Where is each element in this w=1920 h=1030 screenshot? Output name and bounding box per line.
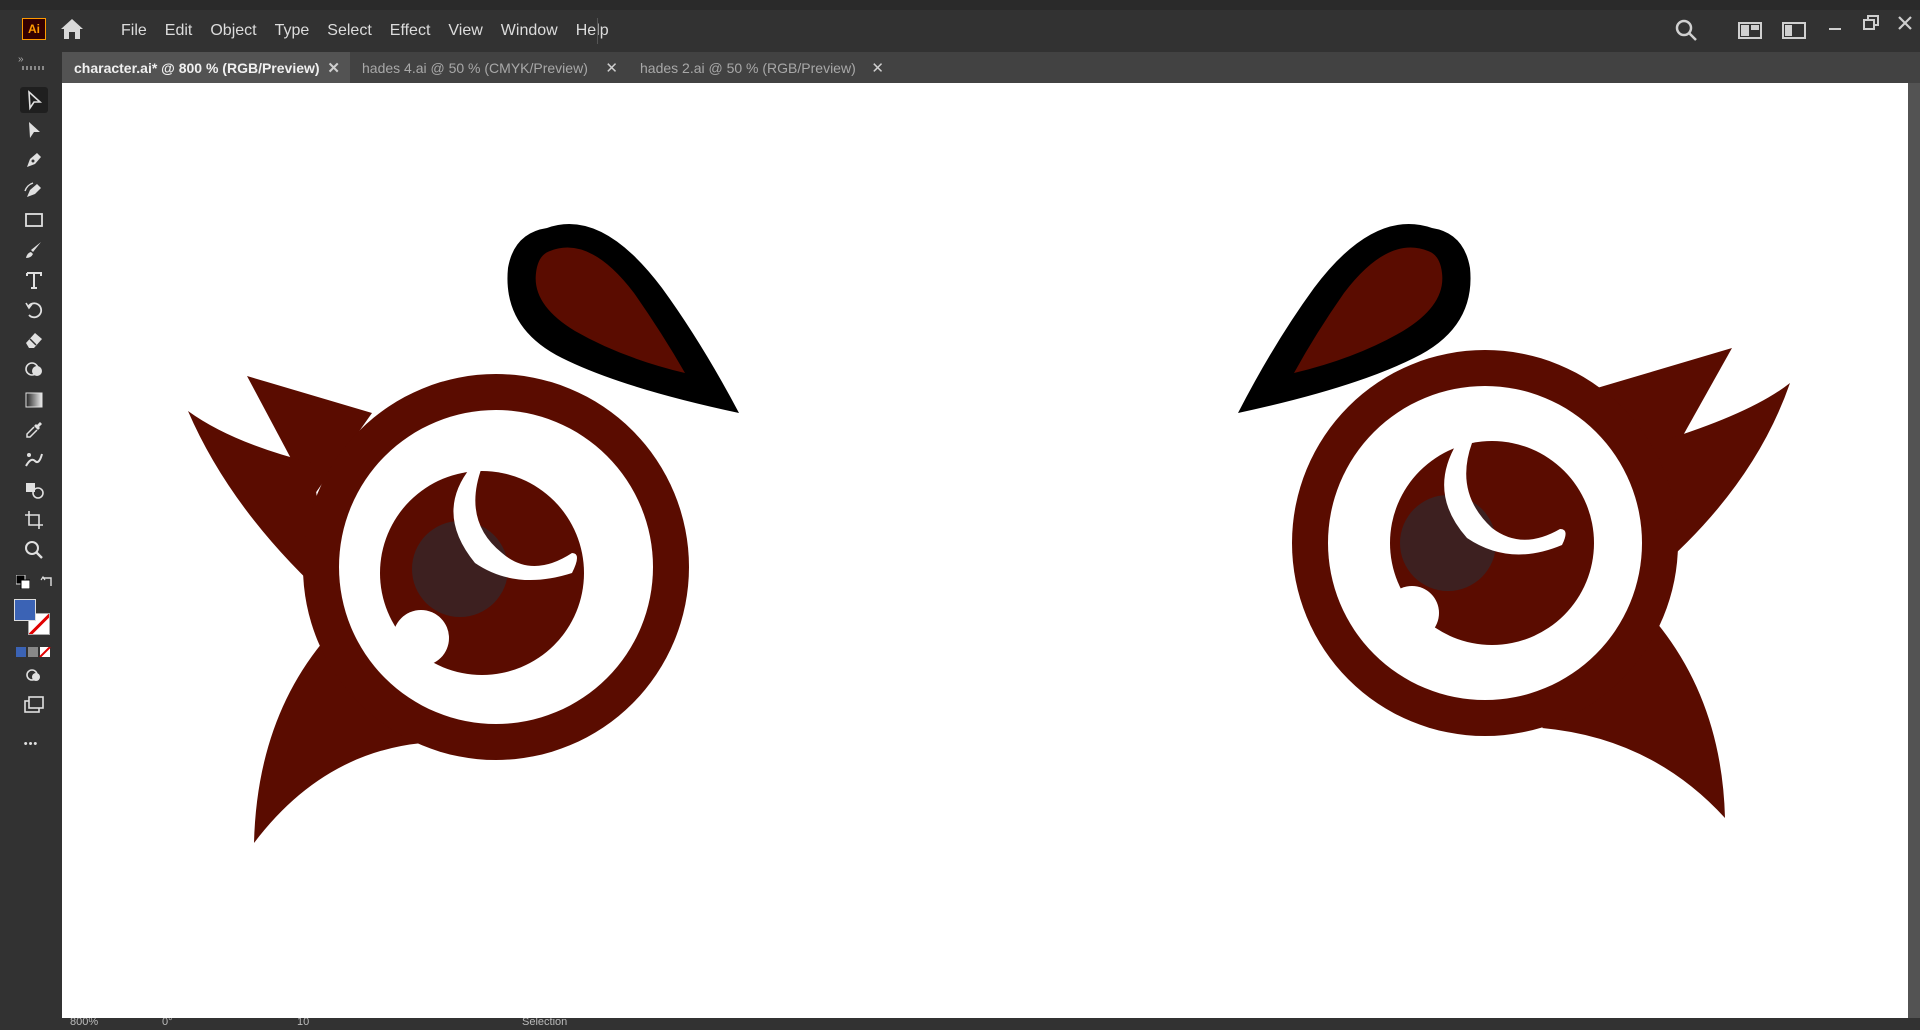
- artboard-number[interactable]: 10: [297, 1018, 309, 1028]
- draw-mode-icon[interactable]: [20, 662, 48, 688]
- menu-view[interactable]: View: [439, 22, 491, 40]
- menu-type[interactable]: Type: [266, 22, 319, 40]
- workspace-icon[interactable]: [1738, 20, 1762, 45]
- restore-icon[interactable]: [1862, 14, 1880, 37]
- left-eye-highlight-small: [393, 610, 449, 666]
- tab-hades-4[interactable]: hades 4.ai @ 50 % (CMYK/Preview) ✕: [350, 52, 628, 83]
- close-window-icon[interactable]: [1896, 14, 1914, 37]
- type-tool-icon[interactable]: [20, 267, 48, 293]
- menu-file[interactable]: File: [112, 22, 156, 40]
- close-icon[interactable]: ✕: [605, 59, 618, 77]
- panel-grip[interactable]: [22, 66, 44, 70]
- illustrator-logo: Ai: [22, 18, 46, 40]
- right-eye[interactable]: [1238, 224, 1790, 818]
- vertical-scrollbar[interactable]: [1908, 83, 1920, 1018]
- tab-hades-2[interactable]: hades 2.ai @ 50 % (RGB/Preview) ✕: [628, 52, 894, 83]
- menu-help[interactable]: Help: [567, 22, 618, 40]
- current-tool-label: Selection: [522, 1018, 568, 1028]
- tab-label: hades 2.ai @ 50 % (RGB/Preview): [640, 59, 856, 76]
- main-menu: File Edit Object Type Select Effect View…: [112, 10, 618, 52]
- left-eye[interactable]: [188, 224, 739, 843]
- default-colors-icon[interactable]: [15, 574, 31, 590]
- menu-bar: Ai File Edit Object Type Select Effect V…: [0, 0, 1920, 52]
- status-bar: 800% 0° 10 Selection: [62, 1018, 1920, 1030]
- tab-label: character.ai* @ 800 % (RGB/Preview): [74, 59, 320, 76]
- swap-colors-icon[interactable]: [40, 575, 54, 589]
- collapse-panel-icon[interactable]: »: [18, 54, 23, 65]
- menu-effect[interactable]: Effect: [381, 22, 440, 40]
- more-tools-icon[interactable]: •••: [0, 738, 62, 750]
- rotation-value[interactable]: 0°: [162, 1018, 173, 1028]
- minimize-icon[interactable]: [1827, 22, 1843, 40]
- selection-tool-icon[interactable]: [20, 87, 48, 113]
- tools-panel: » •••: [0, 52, 62, 1030]
- zoom-tool-icon[interactable]: [20, 537, 48, 563]
- puppet-warp-tool-icon[interactable]: [20, 447, 48, 473]
- fill-swatch[interactable]: [14, 599, 36, 621]
- menu-edit[interactable]: Edit: [156, 22, 202, 40]
- menu-select[interactable]: Select: [318, 22, 380, 40]
- paintbrush-tool-icon[interactable]: [20, 237, 48, 263]
- screen-mode-icon[interactable]: [20, 692, 48, 718]
- document-tabs: character.ai* @ 800 % (RGB/Preview) ✕ ha…: [0, 52, 1920, 83]
- arrange-documents-icon[interactable]: [1782, 20, 1806, 45]
- right-eye-highlight-small: [1385, 586, 1439, 640]
- home-icon[interactable]: [58, 16, 86, 42]
- eraser-tool-icon[interactable]: [20, 327, 48, 353]
- rectangle-tool-icon[interactable]: [20, 207, 48, 233]
- rotate-tool-icon[interactable]: [20, 297, 48, 323]
- gradient-tool-icon[interactable]: [20, 387, 48, 413]
- curvature-tool-icon[interactable]: [20, 177, 48, 203]
- menu-object[interactable]: Object: [201, 22, 265, 40]
- artboard-canvas[interactable]: [62, 83, 1908, 1018]
- eyedropper-tool-icon[interactable]: [20, 417, 48, 443]
- menu-window[interactable]: Window: [492, 22, 567, 40]
- artwork: [188, 224, 1790, 843]
- direct-selection-tool-icon[interactable]: [20, 117, 48, 143]
- close-icon[interactable]: ✕: [327, 59, 340, 77]
- close-icon[interactable]: ✕: [871, 59, 884, 77]
- fill-stroke-swatch[interactable]: [14, 599, 54, 635]
- shape-builder-tool-icon[interactable]: [20, 357, 48, 383]
- color-mode-buttons[interactable]: [16, 644, 52, 658]
- tab-label: hades 4.ai @ 50 % (CMYK/Preview): [362, 59, 588, 76]
- tab-character[interactable]: character.ai* @ 800 % (RGB/Preview) ✕: [62, 52, 350, 83]
- artboard-tool-icon[interactable]: [20, 507, 48, 533]
- blend-tool-icon[interactable]: [20, 477, 48, 503]
- search-icon[interactable]: [1674, 18, 1698, 47]
- pen-tool-icon[interactable]: [20, 147, 48, 173]
- zoom-level[interactable]: 800%: [70, 1018, 98, 1028]
- menu-divider: [597, 18, 598, 44]
